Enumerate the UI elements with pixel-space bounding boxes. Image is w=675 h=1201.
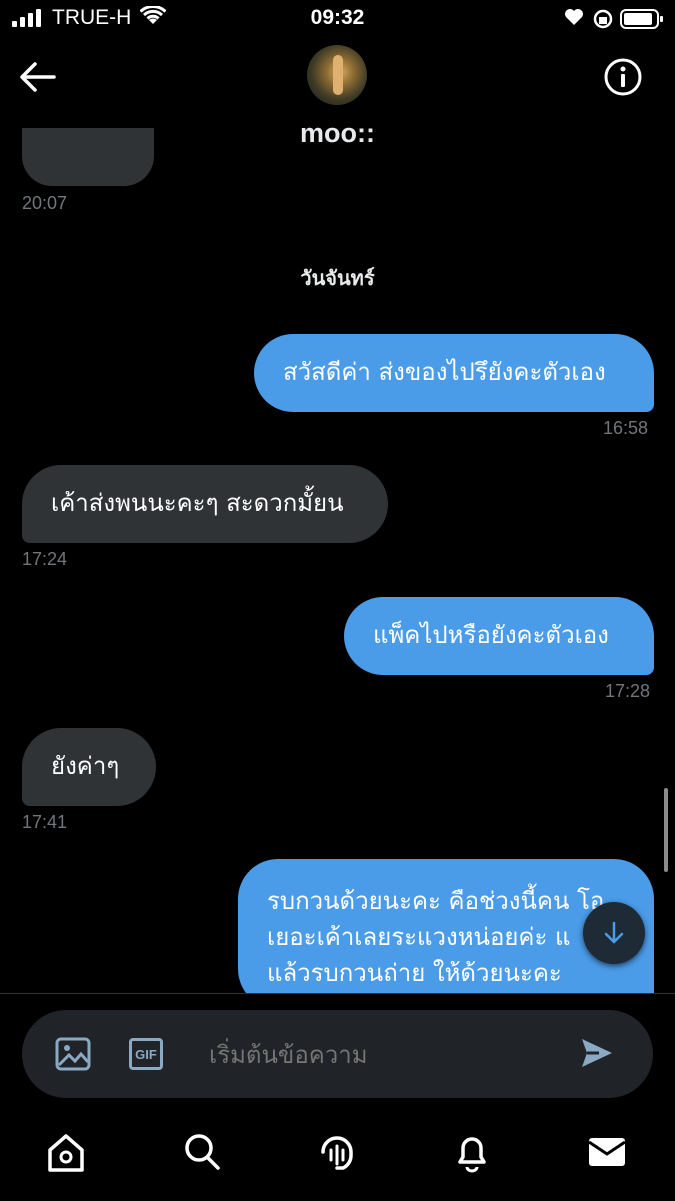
arrow-down-icon [604,921,624,944]
message-input[interactable] [207,1036,551,1074]
gif-button[interactable]: GIF [129,1038,163,1070]
status-bar: TRUE-H 09:32 [0,0,675,40]
messages-icon[interactable] [587,1130,627,1174]
info-icon[interactable] [603,57,643,97]
day-separator: วันจันทร์ [300,266,375,290]
spaces-icon[interactable] [317,1130,357,1174]
message-timestamp: 17:41 [22,812,68,832]
search-icon[interactable] [182,1130,222,1174]
message-bubble-incoming[interactable]: ยังค่าๆ [22,728,156,806]
battery-icon [620,9,663,29]
home-icon[interactable] [46,1130,86,1174]
rotation-lock-icon [593,9,613,29]
heart-icon [565,9,583,25]
image-icon[interactable] [55,1037,91,1071]
message-bubble-incoming[interactable]: เค้าส่งพนนะคะๆ สะดวกมั้ยน [22,465,388,543]
message-bubble-outgoing[interactable]: สวัสดีค่า ส่งของไปรึยังคะตัวเอง [254,334,654,412]
message-bubble-outgoing[interactable]: แพ็คไปหรือยังคะตัวเอง [344,597,654,675]
back-arrow-icon[interactable] [18,60,58,94]
message-timestamp: 16:58 [603,418,649,438]
scrollbar[interactable] [664,788,668,872]
message-line: แล้วรบกวนถ่าย ให้ด้วยนะคะ [267,959,562,987]
avatar[interactable] [307,45,367,105]
scroll-to-bottom-button[interactable] [583,902,645,964]
message-timestamp: 20:07 [22,193,68,213]
message-composer: GIF [22,1010,653,1098]
message-timestamp: 17:28 [605,681,651,701]
send-icon[interactable] [579,1036,615,1070]
tab-bar [0,1130,675,1182]
message-bubble-incoming-partial[interactable] [22,128,154,186]
notifications-icon[interactable] [452,1130,492,1174]
message-timestamp: 17:24 [22,549,68,569]
